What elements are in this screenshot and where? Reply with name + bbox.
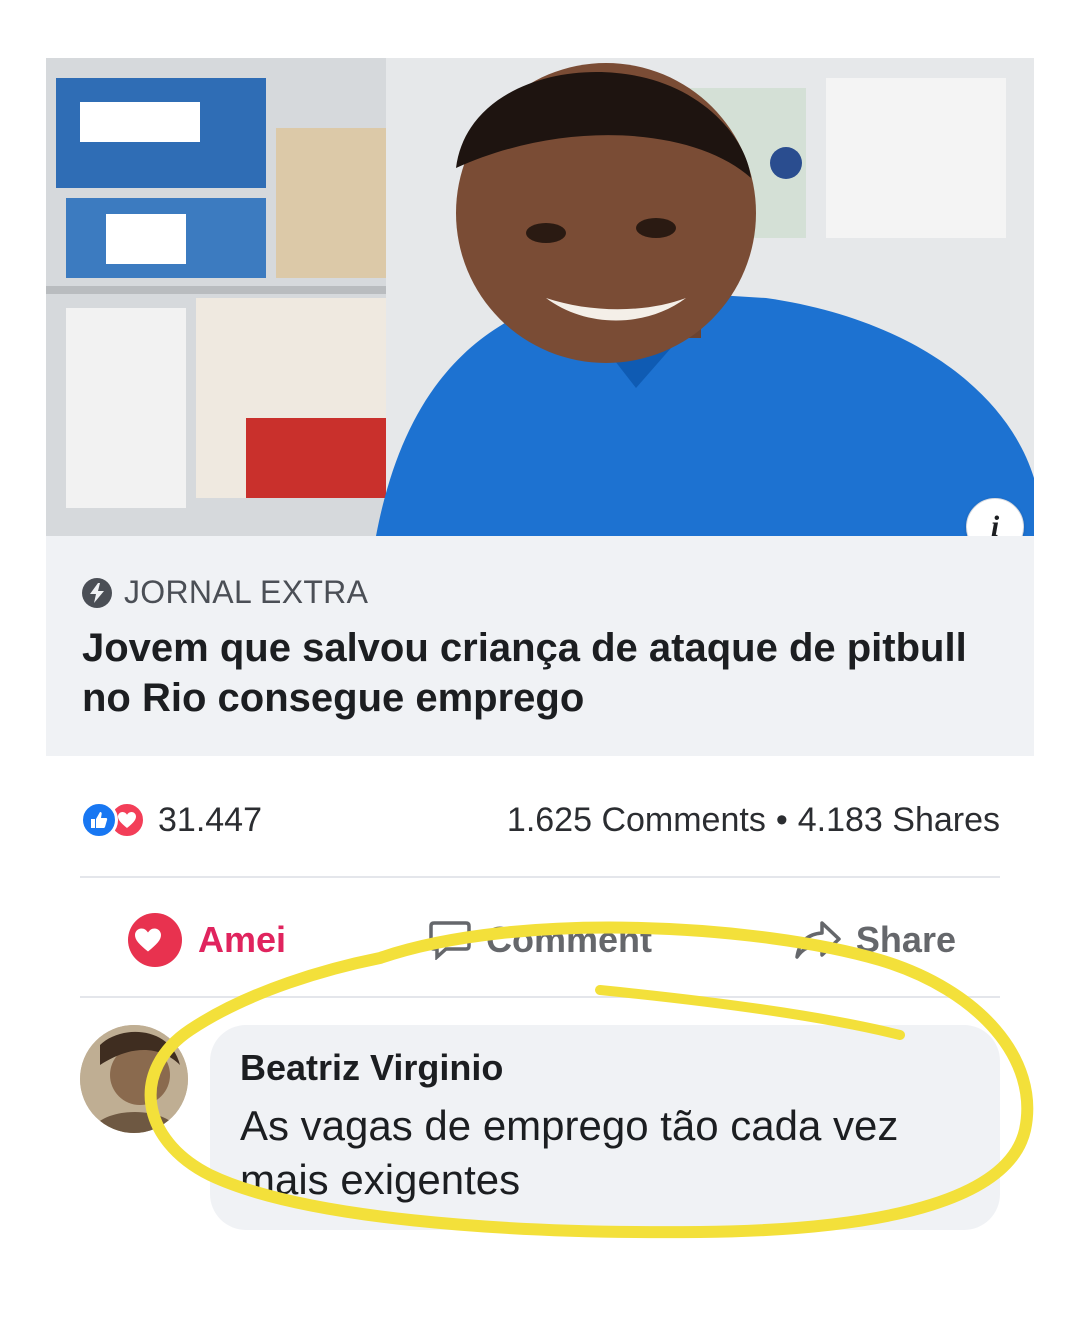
comment-icon	[429, 921, 471, 960]
engagement-bar: 31.447 1.625 Comments • 4.183 Shares	[80, 790, 1000, 850]
comment-bubble[interactable]: Beatriz Virginio As vagas de emprego tão…	[210, 1025, 1000, 1230]
lightning-icon	[82, 577, 112, 608]
action-bar: Amei Comment Share	[80, 900, 1000, 980]
comment-label: Comment	[485, 919, 652, 960]
separator-dot: •	[775, 800, 788, 839]
share-icon	[795, 921, 841, 959]
article-photo[interactable]: i	[46, 58, 1034, 536]
article-headline[interactable]: Jovem que salvou criança de ataque de pi…	[82, 623, 982, 723]
avatar[interactable]	[80, 1025, 188, 1133]
link-preview-card[interactable]: i JORNAL EXTRA Jovem que salvou criança …	[46, 58, 1034, 756]
divider-top	[80, 876, 1000, 878]
amei-label: Amei	[198, 919, 287, 960]
comments-count[interactable]: 1.625 Comments	[507, 801, 766, 840]
reaction-count: 31.447	[158, 800, 262, 839]
comment-button[interactable]: Comment	[428, 919, 652, 961]
love-icon	[128, 913, 182, 967]
article-photo-image	[46, 58, 1034, 536]
reactions-summary[interactable]: 31.447	[80, 801, 262, 840]
shares-count[interactable]: 4.183 Shares	[798, 801, 1000, 840]
source-line: JORNAL EXTRA	[82, 536, 998, 611]
share-button[interactable]: Share	[794, 919, 956, 961]
share-label: Share	[855, 919, 956, 960]
source-name: JORNAL EXTRA	[124, 574, 369, 610]
comment-text: As vagas de emprego tão cada vez mais ex…	[240, 1102, 899, 1203]
link-caption[interactable]: JORNAL EXTRA Jovem que salvou criança de…	[46, 536, 1034, 756]
comment-share-counts: 1.625 Comments • 4.183 Shares	[507, 801, 1000, 840]
avatar-image	[80, 1025, 188, 1133]
divider-bottom	[80, 996, 1000, 998]
amei-button[interactable]: Amei	[128, 913, 286, 967]
like-icon	[80, 801, 118, 839]
comment-author[interactable]: Beatriz Virginio	[240, 1047, 970, 1089]
